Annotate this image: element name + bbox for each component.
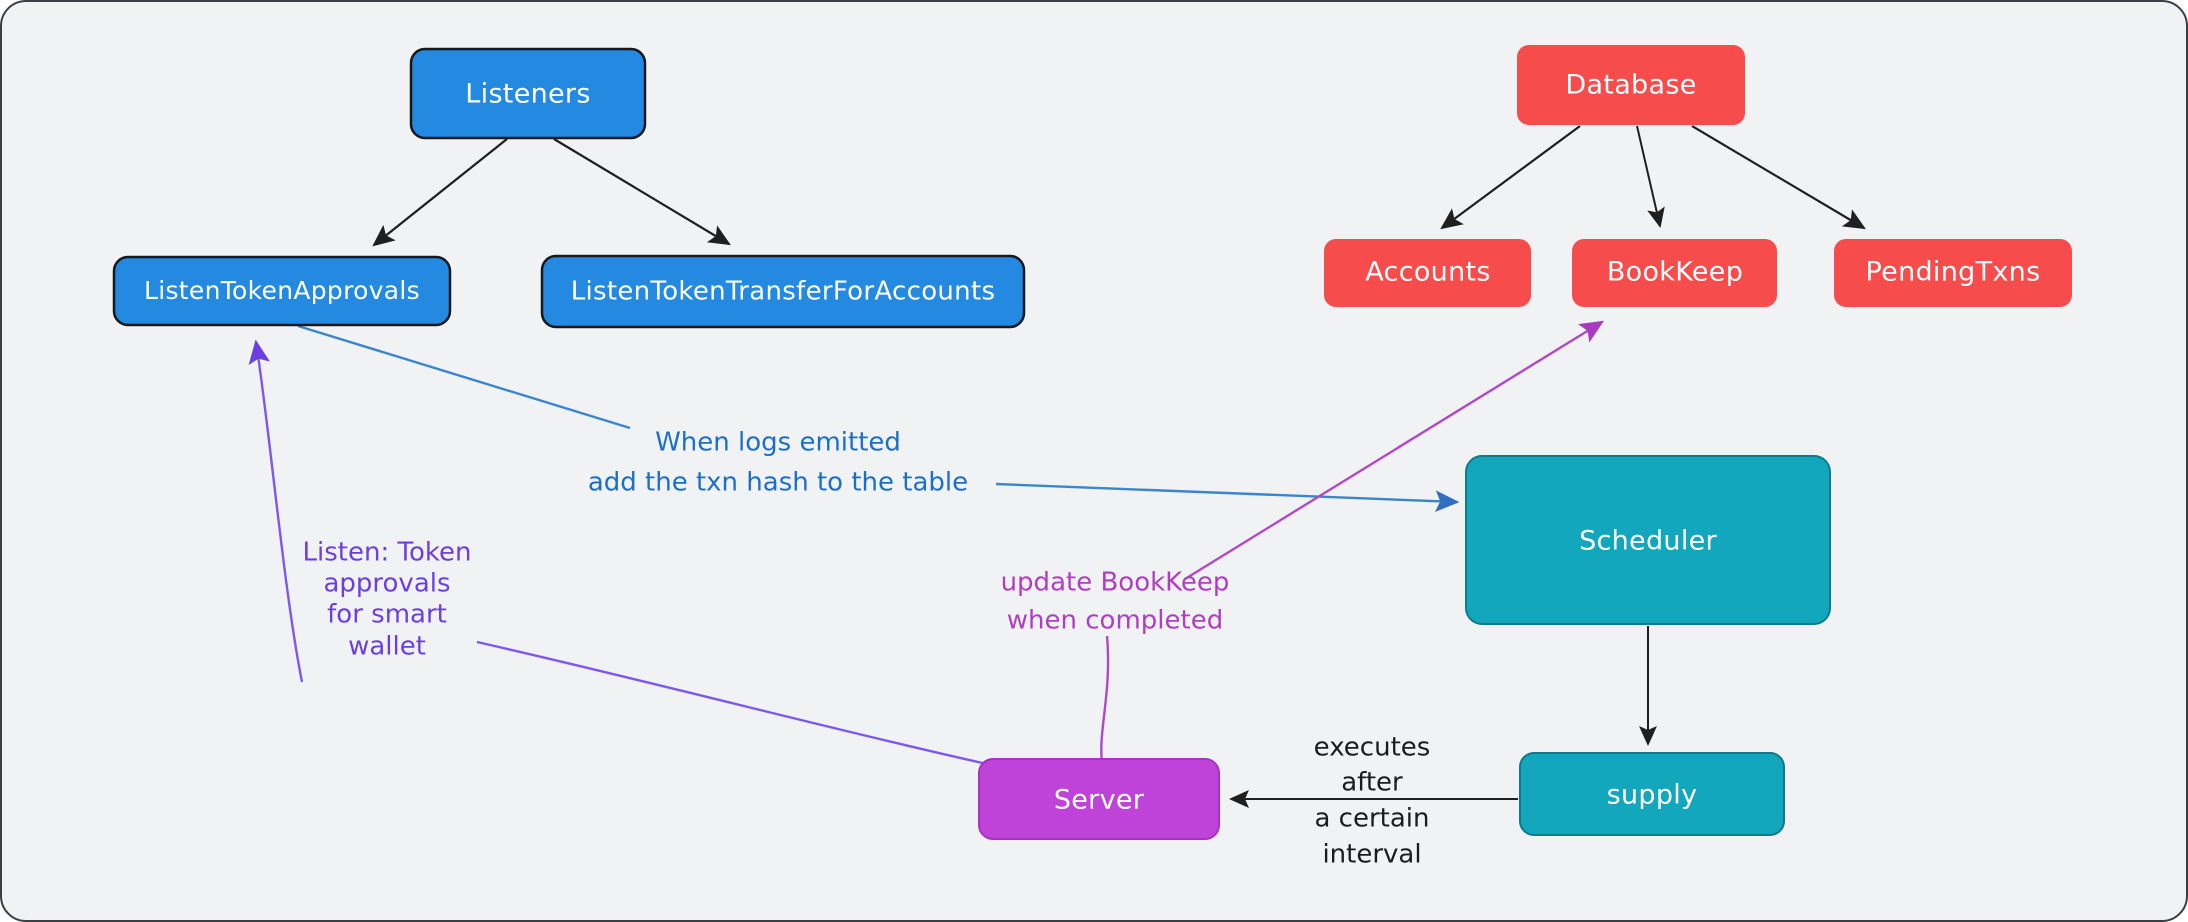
node-scheduler[interactable]: Scheduler bbox=[1465, 455, 1831, 625]
node-listen-token-transfer-for-accounts-label: ListenTokenTransferForAccounts bbox=[571, 277, 996, 307]
annotation-leader-line-purple-down bbox=[476, 640, 988, 766]
node-database[interactable]: Database bbox=[1517, 45, 1745, 125]
edge-database-to-accounts bbox=[1440, 125, 1581, 230]
node-listen-token-approvals[interactable]: ListenTokenApprovals bbox=[112, 255, 452, 327]
node-listen-token-transfer-for-accounts[interactable]: ListenTokenTransferForAccounts bbox=[540, 254, 1026, 329]
edge-listeners-to-transfer bbox=[553, 138, 731, 246]
edge-label-line-4: interval bbox=[1322, 840, 1421, 870]
node-database-label: Database bbox=[1565, 70, 1696, 101]
node-listeners[interactable]: Listeners bbox=[409, 47, 647, 140]
node-bookkeep[interactable]: BookKeep bbox=[1572, 239, 1777, 307]
edge-label-line-2: after bbox=[1341, 768, 1403, 798]
node-server-label: Server bbox=[1054, 785, 1145, 816]
edge-label-line-1: executes bbox=[1314, 733, 1431, 763]
edge-label-line-3: a certain bbox=[1314, 804, 1429, 834]
node-listen-token-approvals-label: ListenTokenApprovals bbox=[144, 276, 420, 305]
annotation-text-magenta-line-2: when completed bbox=[1007, 606, 1223, 636]
annotation-text-blue-line-1: When logs emitted bbox=[655, 428, 901, 458]
annotation-when-logs-emitted: When logs emitted add the txn hash to th… bbox=[297, 324, 1460, 512]
node-supply[interactable]: supply bbox=[1519, 752, 1785, 836]
node-scheduler-label: Scheduler bbox=[1579, 526, 1717, 557]
annotation-text-purple-line-3: for smart bbox=[327, 600, 447, 630]
node-listeners-label: Listeners bbox=[465, 79, 590, 110]
diagram-canvas: When logs emitted add the txn hash to th… bbox=[0, 0, 2188, 922]
edge-database-to-pendingtxns bbox=[1691, 125, 1866, 230]
diagram-svg: When logs emitted add the txn hash to th… bbox=[112, 45, 2072, 870]
annotation-text-magenta-line-1: update BookKeep bbox=[1001, 568, 1230, 598]
node-accounts-label: Accounts bbox=[1365, 257, 1490, 288]
annotation-leader-line-blue-upper bbox=[297, 324, 631, 430]
annotation-text-purple-line-2: approvals bbox=[323, 569, 450, 599]
annotation-leader-line-purple-up bbox=[248, 339, 304, 683]
node-pendingtxns[interactable]: PendingTxns bbox=[1834, 239, 2072, 307]
annotation-leader-line-magenta-down bbox=[1100, 635, 1110, 763]
node-accounts[interactable]: Accounts bbox=[1324, 239, 1531, 307]
node-supply-label: supply bbox=[1607, 780, 1698, 811]
annotation-text-blue-line-2: add the txn hash to the table bbox=[588, 468, 968, 498]
node-bookkeep-label: BookKeep bbox=[1607, 257, 1743, 288]
node-server[interactable]: Server bbox=[978, 758, 1220, 840]
node-pendingtxns-label: PendingTxns bbox=[1866, 257, 2041, 288]
annotation-listen-token-approvals-note: Listen: Token approvals for smart wallet bbox=[248, 339, 988, 766]
annotation-leader-line-blue-lower bbox=[995, 482, 1460, 512]
annotation-text-purple-line-1: Listen: Token bbox=[303, 538, 472, 568]
edge-listeners-to-approvals bbox=[372, 138, 508, 247]
edge-label-supply-to-server: executes after a certain interval bbox=[1314, 733, 1431, 870]
edge-database-to-bookkeep bbox=[1636, 125, 1665, 228]
annotation-text-purple-line-4: wallet bbox=[348, 632, 426, 662]
